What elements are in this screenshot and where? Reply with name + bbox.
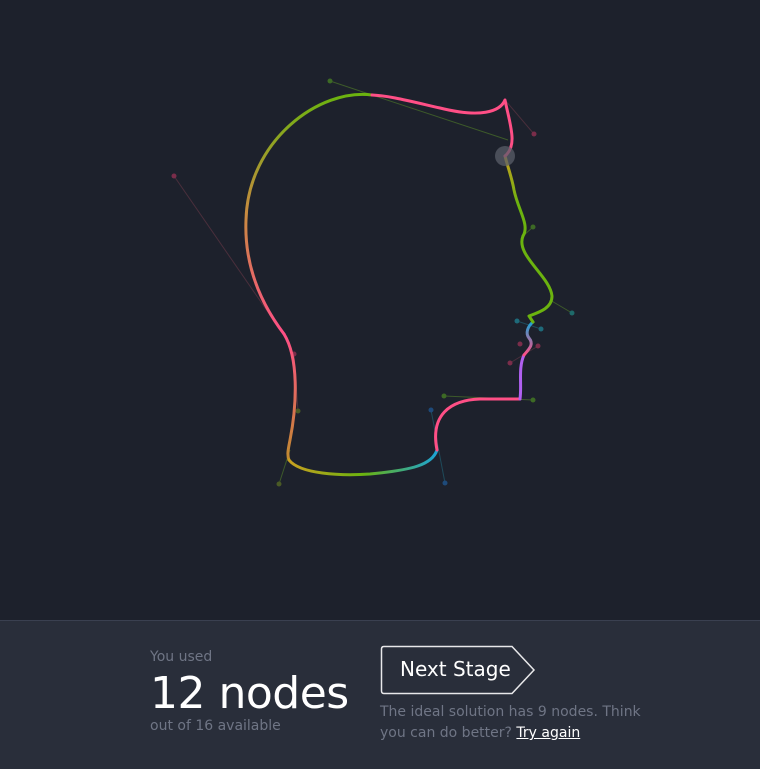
available-label: out of 16 available (150, 718, 281, 734)
handle-points[interactable] (171, 78, 575, 487)
results-panel: You used 12 nodes out of 16 available Ne… (0, 620, 760, 769)
you-used-label: You used (150, 649, 213, 665)
try-again-link[interactable]: Try again (516, 725, 580, 741)
hint-text: The ideal solution has 9 nodes. Think yo… (380, 702, 642, 744)
node-count: 12 nodes (150, 668, 349, 719)
next-stage-label: Next Stage (400, 657, 511, 681)
next-stage-button[interactable]: Next Stage (380, 645, 536, 695)
drawing-canvas[interactable] (0, 0, 760, 620)
hint-message: The ideal solution has 9 nodes. Think yo… (380, 704, 641, 741)
node-handle-icon[interactable] (495, 146, 515, 166)
